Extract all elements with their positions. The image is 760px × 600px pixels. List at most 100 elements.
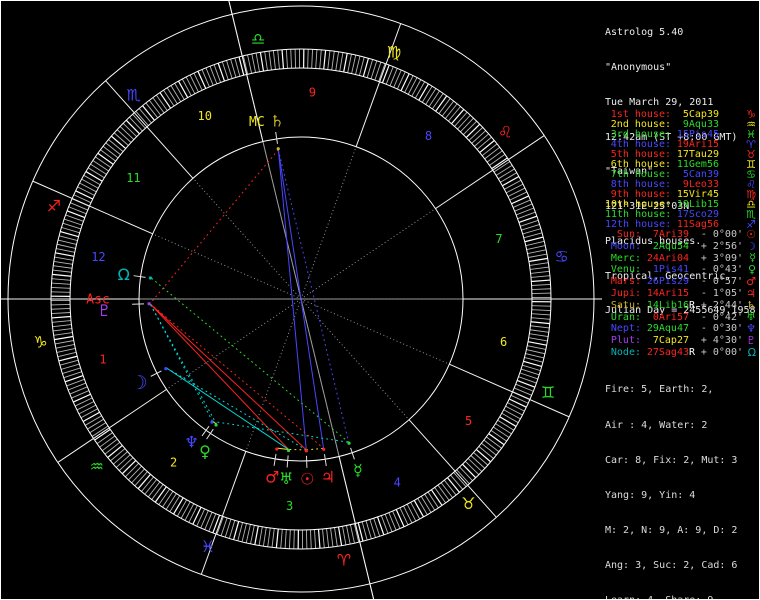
merc-icon: ☿ [749, 251, 756, 265]
degree-tick [510, 394, 529, 404]
degree-tick [523, 360, 542, 368]
degree-tick [355, 55, 361, 75]
degree-tick [339, 52, 344, 72]
degree-tick [307, 49, 309, 69]
uran-position-dot [286, 448, 291, 453]
stats-block: Fire: 5, Earth: 2, Air : 4, Water: 2 Car… [605, 361, 759, 599]
degree-tick [188, 505, 198, 523]
house-number: 11 [126, 171, 140, 185]
node-pointer [133, 275, 146, 278]
degree-tick [403, 505, 413, 524]
chart-name: "Anonymous" [605, 61, 672, 73]
planet-row: Merc: 24Ari04 + 3°09' ☿ [605, 251, 758, 265]
house-type-counts: Ang: 3, Suc: 2, Cad: 6 [605, 559, 738, 571]
planet-position-value: 29Aqu47 [646, 323, 689, 335]
degree-tick [330, 528, 334, 548]
degree-tick [418, 83, 429, 101]
degree-tick [323, 50, 327, 70]
info-panel: Astrolog 5.40 "Anonymous" Tue March 29, … [602, 1, 759, 599]
planet-position-value: 2Aqu54 [652, 240, 689, 252]
degree-tick [481, 442, 497, 456]
degree-tick [463, 120, 478, 135]
degree-tick [438, 98, 451, 114]
degree-tick [525, 353, 545, 359]
planet-label: Sun: [616, 229, 641, 240]
daily-motion-value: + 2°44' [700, 299, 743, 311]
degree-tick [166, 87, 178, 105]
planet-row: Mars: 26Pis29 - 0°57' ♂ [605, 276, 758, 288]
house-number: 9 [309, 86, 316, 100]
node-position-dot [148, 276, 153, 280]
degree-tick [467, 458, 483, 472]
degree-tick [447, 477, 460, 493]
libra-sign-icon: ♎ [251, 29, 265, 48]
chart-date: Tue March 29, 2011 [605, 96, 714, 108]
degree-tick [512, 199, 531, 208]
degree-tick [100, 149, 116, 162]
degree-tick [135, 111, 149, 126]
degree-tick [116, 129, 132, 143]
aspect-line-sun-jupi [306, 447, 324, 451]
degree-tick [505, 405, 523, 416]
degree-tick [326, 528, 330, 548]
degree-tick [331, 51, 335, 71]
degree-tick [110, 448, 126, 462]
house-number: 2 [170, 455, 177, 469]
house-number: 12 [91, 250, 105, 264]
degree-tick [334, 527, 338, 547]
aspect-line-plut-uran [149, 303, 289, 450]
degree-tick [82, 411, 100, 423]
degree-tick [507, 402, 525, 412]
degree-tick [104, 441, 121, 455]
aspect-line-satu-merc [277, 149, 350, 443]
degree-tick [451, 108, 465, 125]
degree-tick [155, 94, 168, 111]
degree-tick [75, 190, 94, 200]
degree-tick [151, 484, 164, 500]
house-number: 7 [495, 232, 502, 246]
degree-tick [170, 85, 182, 102]
degree-tick [392, 510, 401, 529]
degree-tick [51, 286, 71, 289]
daily-motion-value: + 4°30' [700, 335, 743, 347]
house-cusp-spoke [200, 451, 247, 575]
degree-tick [54, 340, 74, 345]
degree-tick [71, 390, 90, 399]
degree-tick [57, 239, 77, 245]
learn-share-counts: Learn: 4, Share: 9 [605, 595, 759, 599]
degree-tick [501, 412, 519, 424]
daily-motion-value: + 3°09' [700, 252, 743, 264]
degree-tick [524, 236, 544, 243]
daily-motion-value: - 0°42' [700, 311, 743, 323]
degree-tick [251, 53, 256, 73]
degree-tick [434, 487, 447, 504]
mars-pointer [273, 453, 277, 466]
degree-tick [531, 279, 551, 283]
degree-tick [147, 481, 161, 498]
degree-tick [530, 325, 550, 329]
degree-tick [85, 171, 103, 182]
scorpio-sign-icon: ♏ [126, 86, 140, 105]
degree-tick [272, 50, 276, 70]
degree-tick [181, 78, 192, 96]
degree-tick [51, 291, 71, 293]
degree-tick [488, 433, 505, 446]
planet-label: Moon: [610, 240, 641, 252]
house-number: 6 [500, 335, 507, 349]
planet-label: Jupi: [610, 287, 641, 299]
degree-tick [97, 152, 114, 165]
degree-tick [280, 529, 283, 549]
degree-tick [108, 139, 124, 152]
degree-tick [400, 73, 410, 92]
degree-tick [478, 446, 494, 459]
aspect-line-satu-plut [149, 149, 279, 305]
house-cusp-spoke [435, 135, 545, 210]
degree-tick [358, 57, 365, 76]
degree-tick [421, 85, 433, 103]
taurus-sign-icon: ♉ [461, 494, 475, 513]
degree-tick [314, 529, 317, 549]
degree-tick [414, 81, 426, 99]
degree-tick [52, 269, 72, 273]
sagittarius-sign-icon: ♐ [47, 197, 61, 216]
degree-tick [322, 528, 325, 548]
